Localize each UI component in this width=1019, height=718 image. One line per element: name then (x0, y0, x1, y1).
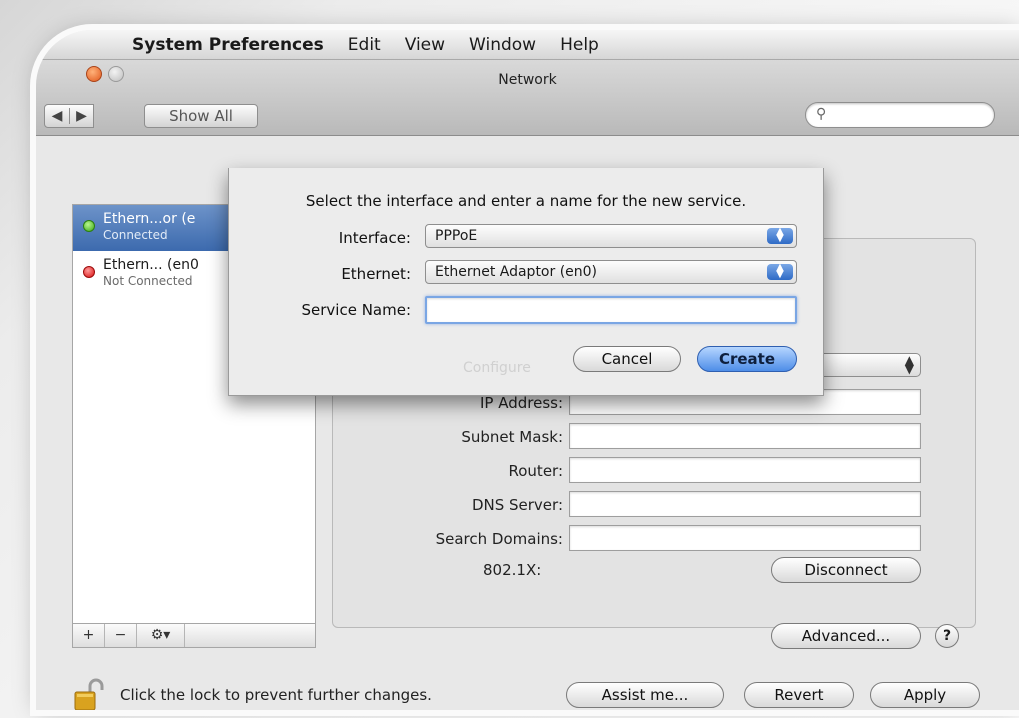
popup-arrows-icon: ▲ ▼ (904, 353, 914, 376)
lock-icon[interactable] (74, 678, 104, 710)
service-name-label: Service Name: (301, 301, 411, 319)
menu-bar: System Preferences Edit View Window Help (36, 30, 1019, 60)
service-name-field[interactable] (425, 296, 797, 324)
ip-address-label: IP Address: (479, 394, 563, 412)
title-bar: Network ◀ ▶ Show All ⚲ (36, 60, 1019, 136)
ethernet-row: Ethernet: Ethernet Adaptor (en0) ▲ ▼ (229, 260, 823, 288)
interface-row: Interface: PPPoE ▲ ▼ (229, 224, 823, 252)
subnet-mask-field[interactable] (569, 423, 921, 449)
menu-app-name[interactable]: System Preferences (132, 35, 324, 55)
menu-window[interactable]: Window (469, 35, 536, 55)
configure-ghost-label: Configure (463, 360, 531, 376)
menu-view[interactable]: View (405, 35, 445, 55)
subnet-mask-row: Subnet Mask: (333, 423, 975, 451)
search-icon: ⚲ (816, 106, 827, 122)
add-service-button[interactable]: + (73, 624, 105, 647)
show-all-button[interactable]: Show All (144, 104, 258, 128)
lock-message: Click the lock to prevent further change… (120, 686, 432, 704)
status-connected-icon (83, 220, 95, 232)
popup-arrows-icon: ▲ ▼ (767, 227, 793, 244)
back-arrow-icon[interactable]: ◀ (45, 108, 69, 124)
new-service-sheet: Select the interface and enter a name fo… (228, 168, 824, 396)
advanced-button[interactable]: Advanced... (771, 623, 921, 649)
help-button[interactable]: ? (935, 624, 959, 648)
ethernet-value: Ethernet Adaptor (en0) (435, 264, 598, 280)
search-domains-row: Search Domains: (333, 525, 975, 553)
subnet-mask-label: Subnet Mask: (461, 428, 563, 446)
network-preferences-window: System Preferences Edit View Window Help… (36, 30, 1019, 710)
assist-me-button[interactable]: Assist me... (566, 682, 724, 708)
dns-server-label: DNS Server: (471, 496, 563, 514)
router-field[interactable] (569, 457, 921, 483)
disconnect-button[interactable]: Disconnect (771, 557, 921, 583)
back-forward-buttons[interactable]: ◀ ▶ (44, 104, 94, 128)
search-domains-label: Search Domains: (435, 530, 563, 548)
interface-label: Interface: (338, 229, 411, 247)
service-name-row: Service Name: (229, 296, 823, 324)
dns-server-field[interactable] (569, 491, 921, 517)
auth-8021x-label: 802.1X: (483, 561, 542, 579)
menu-edit[interactable]: Edit (348, 35, 381, 55)
interface-value: PPPoE (435, 228, 478, 244)
router-label: Router: (508, 462, 564, 480)
cancel-button[interactable]: Cancel (573, 346, 681, 372)
ethernet-popup[interactable]: Ethernet Adaptor (en0) ▲ ▼ (425, 260, 797, 284)
search-domains-field[interactable] (569, 525, 921, 551)
apply-button[interactable]: Apply (870, 682, 980, 708)
forward-arrow-icon[interactable]: ▶ (69, 108, 93, 124)
gear-menu-button[interactable]: ⚙▾ (137, 624, 185, 647)
interface-popup[interactable]: PPPoE ▲ ▼ (425, 224, 797, 248)
window-title: Network (498, 72, 557, 88)
ethernet-label: Ethernet: (341, 265, 411, 283)
popup-arrows-icon: ▲ ▼ (767, 263, 793, 280)
create-button[interactable]: Create (697, 346, 797, 372)
sheet-title: Select the interface and enter a name fo… (305, 192, 747, 210)
router-row: Router: (333, 457, 975, 485)
revert-button[interactable]: Revert (744, 682, 854, 708)
status-not-connected-icon (83, 266, 95, 278)
service-list-toolbar: + − ⚙▾ (72, 624, 316, 648)
dns-server-row: DNS Server: (333, 491, 975, 519)
menu-help[interactable]: Help (560, 35, 599, 55)
search-field[interactable]: ⚲ (805, 102, 995, 128)
remove-service-button[interactable]: − (105, 624, 137, 647)
